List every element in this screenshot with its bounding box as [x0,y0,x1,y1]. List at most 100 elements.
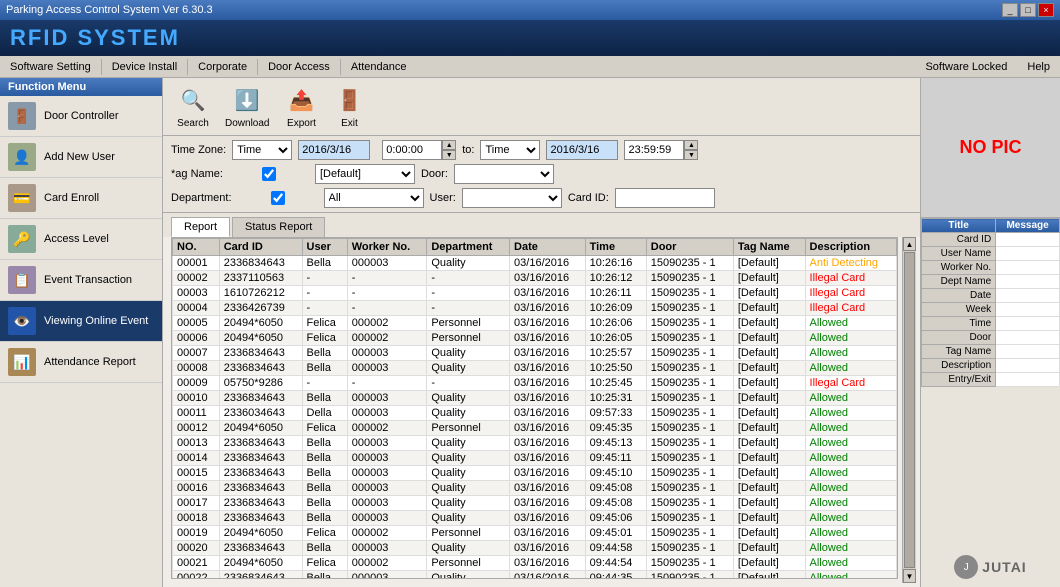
cell-3: 000003 [347,346,427,361]
time-from-spin-buttons[interactable]: ▲ ▼ [442,140,456,160]
menu-corporate[interactable]: Corporate [188,59,257,75]
window-controls[interactable]: _ □ × [1002,3,1054,17]
tagname-select[interactable]: [Default] [315,164,415,184]
cell-4: - [427,301,510,316]
info-row: Time [922,317,1060,331]
table-row[interactable]: 000202336834643Bella000003Quality03/16/2… [173,541,897,556]
info-row-value [996,233,1060,247]
minimize-button[interactable]: _ [1002,3,1018,17]
table-row[interactable]: 000072336834643Bella000003Quality03/16/2… [173,346,897,361]
tagname-checkbox[interactable] [229,167,309,181]
close-button[interactable]: × [1038,3,1054,17]
cell-1: 2336834643 [219,346,302,361]
table-scrollbar[interactable]: ▲ ▼ [902,237,916,583]
time-from-up[interactable]: ▲ [442,140,456,150]
door-select[interactable] [454,164,554,184]
time-to-up[interactable]: ▲ [684,140,698,150]
download-button[interactable]: ⬇️ Download [219,82,275,131]
sidebar-item-attendance-report[interactable]: 📊 Attendance Report [0,342,162,383]
cell-1: 20494*6050 [219,421,302,436]
cell-8: [Default] [733,541,805,556]
info-row: Door [922,331,1060,345]
cell-5: 03/16/2016 [510,421,586,436]
table-row[interactable]: 000022337110563---03/16/201610:26:121509… [173,271,897,286]
table-row[interactable]: 0000620494*6050Felica000002Personnel03/1… [173,331,897,346]
dept-checkbox[interactable] [238,191,318,205]
exit-button[interactable]: 🚪 Exit [327,82,371,131]
table-row[interactable]: 000031610726212---03/16/201610:26:111509… [173,286,897,301]
table-row[interactable]: 000222336834643Bella000003Quality03/16/2… [173,571,897,580]
cell-5: 03/16/2016 [510,331,586,346]
table-row[interactable]: 0002120494*6050Felica000002Personnel03/1… [173,556,897,571]
card-enroll-icon: 💳 [8,184,36,212]
sidebar-item-add-new-user[interactable]: 👤 Add New User [0,137,162,178]
date-from-input[interactable] [298,140,370,160]
cell-3: - [347,376,427,391]
sidebar-label-event-transaction: Event Transaction [44,274,132,286]
cell-4: Personnel [427,331,510,346]
timezone-select[interactable]: Time [232,140,292,160]
tab-status-report[interactable]: Status Report [232,217,325,237]
time-from-down[interactable]: ▼ [442,150,456,160]
menu-software-setting[interactable]: Software Setting [0,59,101,75]
cell-1: 1610726212 [219,286,302,301]
col-dept: Department [427,239,510,256]
cell-5: 03/16/2016 [510,301,586,316]
table-row[interactable]: 000042336426739---03/16/201610:26:091509… [173,301,897,316]
sidebar-item-access-level[interactable]: 🔑 Access Level [0,219,162,260]
menu-help[interactable]: Help [1017,59,1060,75]
scroll-thumb[interactable] [904,252,915,568]
cell-4: Quality [427,466,510,481]
cell-3: 000003 [347,541,427,556]
table-row[interactable]: 000082336834643Bella000003Quality03/16/2… [173,361,897,376]
cardid-input[interactable] [615,188,715,208]
maximize-button[interactable]: □ [1020,3,1036,17]
sidebar-item-card-enroll[interactable]: 💳 Card Enroll [0,178,162,219]
cell-8: [Default] [733,256,805,271]
info-row: Tag Name [922,345,1060,359]
table-row[interactable]: 000012336834643Bella000003Quality03/16/2… [173,256,897,271]
menu-door-access[interactable]: Door Access [258,59,340,75]
cell-8: [Default] [733,556,805,571]
table-row[interactable]: 0000905750*9286---03/16/201610:25:451509… [173,376,897,391]
cell-1: 20494*6050 [219,526,302,541]
table-row[interactable]: 000172336834643Bella000003Quality03/16/2… [173,496,897,511]
table-row[interactable]: 000132336834643Bella000003Quality03/16/2… [173,436,897,451]
time-to-input[interactable] [624,140,684,160]
table-row[interactable]: 0000520494*6050Felica000002Personnel03/1… [173,316,897,331]
cell-1: 2336834643 [219,541,302,556]
table-row[interactable]: 000182336834643Bella000003Quality03/16/2… [173,511,897,526]
scroll-down-button[interactable]: ▼ [903,569,916,583]
tab-report[interactable]: Report [171,217,230,237]
table-row[interactable]: 000152336834643Bella000003Quality03/16/2… [173,466,897,481]
table-row[interactable]: 0001220494*6050Felica000002Personnel03/1… [173,421,897,436]
menu-device-install[interactable]: Device Install [102,59,187,75]
table-row[interactable]: 000102336834643Bella000003Quality03/16/2… [173,391,897,406]
time-from-input[interactable] [382,140,442,160]
date-to-input[interactable] [546,140,618,160]
table-row[interactable]: 000112336034643Della000003Quality03/16/2… [173,406,897,421]
table-row[interactable]: 0001920494*6050Felica000002Personnel03/1… [173,526,897,541]
cell-4: Personnel [427,421,510,436]
sidebar-item-viewing-online[interactable]: 👁️ Viewing Online Event [0,301,162,342]
cell-7: 15090235 - 1 [646,571,733,580]
sidebar-item-door-controller[interactable]: 🚪 Door Controller [0,96,162,137]
table-row[interactable]: 000162336834643Bella000003Quality03/16/2… [173,481,897,496]
dept-select[interactable]: All [324,188,424,208]
time-to-down[interactable]: ▼ [684,150,698,160]
sidebar-item-event-transaction[interactable]: 📋 Event Transaction [0,260,162,301]
user-select[interactable] [462,188,562,208]
cell-7: 15090235 - 1 [646,271,733,286]
timezone-to-select[interactable]: Time [480,140,540,160]
export-button[interactable]: 📤 Export [279,82,323,131]
scroll-up-button[interactable]: ▲ [903,237,916,251]
cell-0: 00016 [173,481,220,496]
search-button[interactable]: 🔍 Search [171,82,215,131]
time-to-spin-buttons[interactable]: ▲ ▼ [684,140,698,160]
cell-5: 03/16/2016 [510,361,586,376]
menu-software-locked[interactable]: Software Locked [915,59,1017,75]
table-row[interactable]: 000142336834643Bella000003Quality03/16/2… [173,451,897,466]
menu-attendance[interactable]: Attendance [341,59,417,75]
cell-4: Quality [427,451,510,466]
cell-1: 05750*9286 [219,376,302,391]
